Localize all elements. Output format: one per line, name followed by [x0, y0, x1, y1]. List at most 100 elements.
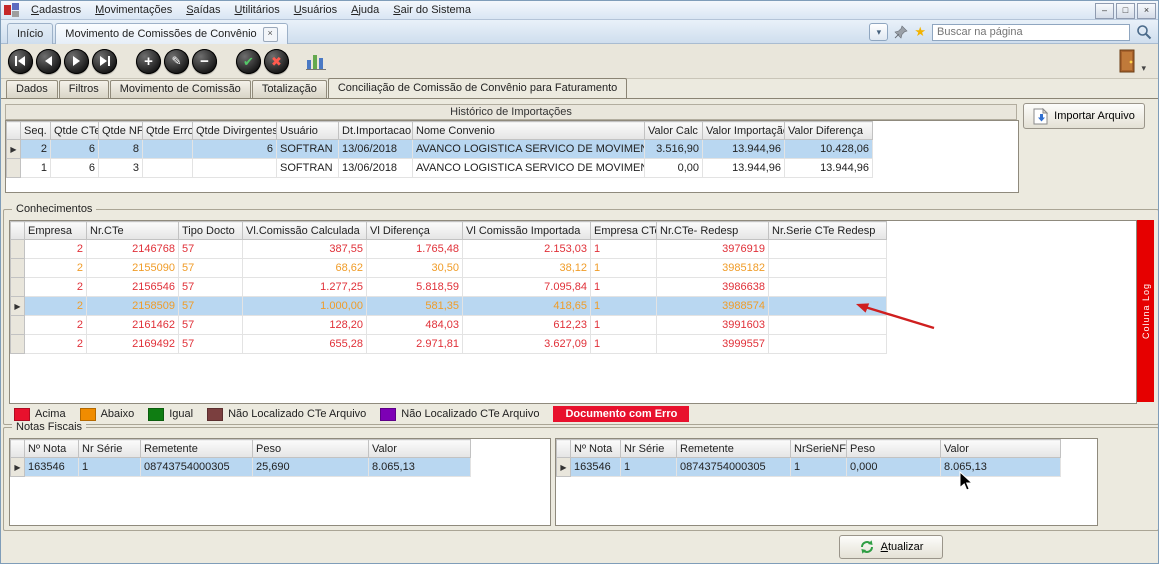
- maximize-button[interactable]: □: [1116, 3, 1135, 19]
- column-header: Peso: [253, 440, 369, 458]
- column-header: Qtde Erro: [143, 122, 193, 140]
- cell: 57: [179, 278, 243, 297]
- pin-icon[interactable]: [894, 25, 908, 39]
- cell: 1.000,00: [243, 297, 367, 316]
- exit-button[interactable]: [1118, 49, 1136, 73]
- conhecimentos-group: Conhecimentos EmpresaNr.CTeTipo DoctoVl.…: [3, 209, 1159, 425]
- menu-item-2[interactable]: Movimentações: [88, 2, 179, 18]
- cell: 1: [79, 458, 141, 477]
- cell: 2: [21, 140, 51, 159]
- legend: AcimaAbaixoIgualNão Localizado CTe Arqui…: [14, 406, 689, 422]
- nav-next-icon: [72, 56, 81, 66]
- close-button[interactable]: ×: [1137, 3, 1156, 19]
- legend-item: Acima: [14, 408, 66, 421]
- menu-item-6[interactable]: Ajuda: [344, 2, 386, 18]
- coluna-log-strip[interactable]: Coluna Log: [1137, 220, 1154, 402]
- cell: 484,03: [367, 316, 463, 335]
- tab-movimento-label: Movimento de Comissões de Convênio: [65, 28, 256, 40]
- column-header: Usuário: [277, 122, 339, 140]
- cell: 13.944,96: [703, 159, 785, 178]
- column-header: Valor Diferença: [785, 122, 873, 140]
- chevron-down-icon[interactable]: ▾: [869, 23, 888, 41]
- table-row[interactable]: ▶2686SOFTRAN13/06/2018AVANCO LOGISTICA S…: [7, 140, 873, 159]
- minus-icon: −: [200, 54, 209, 69]
- table-row[interactable]: 2216949257655,282.971,813.627,0913999557: [11, 335, 887, 354]
- table-row[interactable]: 22156546571.277,255.818,597.095,84139866…: [11, 278, 887, 297]
- exit-dropdown-icon[interactable]: ▾: [1141, 63, 1146, 78]
- column-header: Qtde Divirgentes: [193, 122, 277, 140]
- table-row[interactable]: ▶22158509571.000,00581,35418,6513988574: [11, 297, 887, 316]
- legend-swatch: [14, 408, 30, 421]
- cell: AVANCO LOGISTICA SERVICO DE MOVIMENTACAO: [413, 159, 645, 178]
- cell: AVANCO LOGISTICA SERVICO DE MOVIMENTACAO: [413, 140, 645, 159]
- table-row[interactable]: ▶16354610874375400030510,0008.065,13: [557, 458, 1061, 477]
- column-header: Valor Importação: [703, 122, 785, 140]
- nav-last-button[interactable]: [92, 49, 117, 74]
- cell: 0,00: [645, 159, 703, 178]
- row-indicator-header: [11, 222, 25, 240]
- cancel-button[interactable]: ✖: [264, 49, 289, 74]
- minimize-button[interactable]: –: [1095, 3, 1114, 19]
- coluna-log-label: Coluna Log: [1141, 283, 1151, 339]
- table-row[interactable]: 163SOFTRAN13/06/2018AVANCO LOGISTICA SER…: [7, 159, 873, 178]
- table-row[interactable]: ▶16354610874375400030525,6908.065,13: [11, 458, 471, 477]
- column-header: Qtde NF: [99, 122, 143, 140]
- column-header: Remetente: [141, 440, 253, 458]
- tab-movimento-comissoes[interactable]: Movimento de Comissões de Convênio ×: [55, 23, 287, 44]
- cell: 57: [179, 297, 243, 316]
- star-icon[interactable]: ★: [914, 25, 926, 39]
- cell: 30,50: [367, 259, 463, 278]
- menu-item-3[interactable]: Saídas: [179, 2, 227, 18]
- menu-item-4[interactable]: Utilitários: [227, 2, 286, 18]
- column-header: Nº Nota: [571, 440, 621, 458]
- confirm-button[interactable]: ✔: [236, 49, 261, 74]
- cell: 2: [25, 316, 87, 335]
- menu-item-1[interactable]: Cadastros: [24, 2, 88, 18]
- importar-arquivo-button[interactable]: Importar Arquivo: [1023, 103, 1145, 129]
- tab-totaliza-o[interactable]: Totalização: [252, 80, 327, 98]
- search-icon[interactable]: [1136, 24, 1152, 40]
- cell: 68,62: [243, 259, 367, 278]
- row-indicator: ▶: [7, 140, 21, 159]
- cell: 13/06/2018: [339, 140, 413, 159]
- edit-button[interactable]: ✎: [164, 49, 189, 74]
- tab-concilia-o-de-comiss-o-de-conv-nio-para-[interactable]: Conciliação de Comissão de Convênio para…: [328, 78, 627, 98]
- content-panel: Histórico de Importações Seq.Qtde CTeQtd…: [1, 98, 1159, 564]
- tab-dados[interactable]: Dados: [6, 80, 58, 98]
- atualizar-button[interactable]: Atualizar: [839, 535, 943, 559]
- table-row[interactable]: 2216146257128,20484,03612,2313991603: [11, 316, 887, 335]
- cell: 6: [51, 159, 99, 178]
- delete-button[interactable]: −: [192, 49, 217, 74]
- close-tab-icon[interactable]: ×: [263, 27, 278, 42]
- column-header: Tipo Docto: [179, 222, 243, 240]
- row-indicator: [11, 316, 25, 335]
- cell: 8.065,13: [941, 458, 1061, 477]
- nav-first-button[interactable]: [8, 49, 33, 74]
- cell: 3985182: [657, 259, 769, 278]
- cell: 2: [25, 278, 87, 297]
- tab-filtros[interactable]: Filtros: [59, 80, 109, 98]
- table-row[interactable]: 2214676857387,551.765,482.153,0313976919: [11, 240, 887, 259]
- cell: 2156546: [87, 278, 179, 297]
- cell: 418,65: [463, 297, 591, 316]
- search-input[interactable]: [932, 24, 1130, 41]
- table-row[interactable]: 221550905768,6230,5038,1213985182: [11, 259, 887, 278]
- nav-prev-button[interactable]: [36, 49, 61, 74]
- add-button[interactable]: +: [136, 49, 161, 74]
- cell: 655,28: [243, 335, 367, 354]
- menu-item-7[interactable]: Sair do Sistema: [386, 2, 478, 18]
- cell: 13.944,96: [703, 140, 785, 159]
- import-file-icon: [1033, 108, 1048, 125]
- menu-item-5[interactable]: Usuários: [287, 2, 344, 18]
- cell: 1.277,25: [243, 278, 367, 297]
- column-header: Vl Comissão Importada: [463, 222, 591, 240]
- cell: 2: [25, 335, 87, 354]
- cell: [769, 259, 887, 278]
- toolbar: + ✎ − ✔ ✖ ▾: [1, 44, 1158, 79]
- tab-inicio[interactable]: Início: [7, 23, 53, 44]
- cell: [769, 240, 887, 259]
- tab-movimento-de-comiss-o[interactable]: Movimento de Comissão: [110, 80, 251, 98]
- chart-button[interactable]: [304, 49, 328, 73]
- nav-next-button[interactable]: [64, 49, 89, 74]
- check-icon: ✔: [243, 55, 254, 68]
